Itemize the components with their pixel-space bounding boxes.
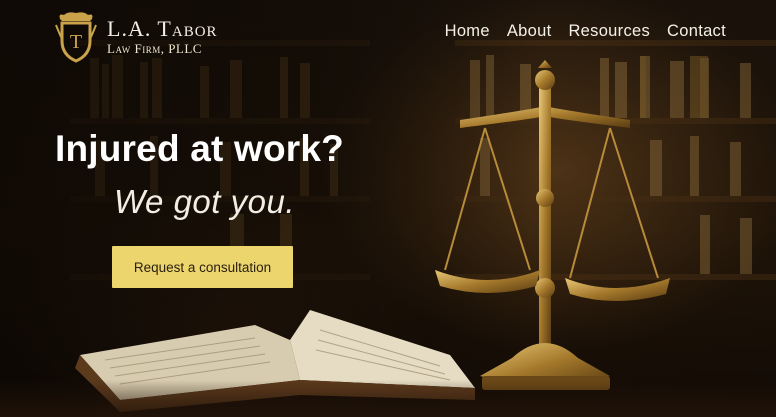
nav-about[interactable]: About — [507, 22, 552, 41]
hero-tagline: We got you. — [114, 183, 295, 220]
nav-home[interactable]: Home — [445, 22, 490, 41]
brand-logo[interactable]: T L.A. Tabor Law Firm, PLLC — [54, 11, 218, 63]
nav-contact[interactable]: Contact — [667, 22, 726, 41]
firm-subtitle: Law Firm, PLLC — [107, 41, 202, 56]
request-consultation-button[interactable]: Request a consultation — [112, 246, 293, 288]
nav-resources[interactable]: Resources — [568, 22, 650, 41]
firm-name: L.A. Tabor — [107, 16, 218, 41]
hero-headline: Injured at work? — [55, 128, 344, 169]
hero-section: T L.A. Tabor Law Firm, PLLC Home About R… — [0, 0, 776, 417]
main-nav: Home About Resources Contact — [428, 22, 726, 41]
logo-letter: T — [70, 31, 82, 53]
shield-crest-icon: T — [55, 12, 97, 63]
scales-of-justice-icon — [435, 60, 670, 390]
desk-surface — [0, 380, 776, 417]
